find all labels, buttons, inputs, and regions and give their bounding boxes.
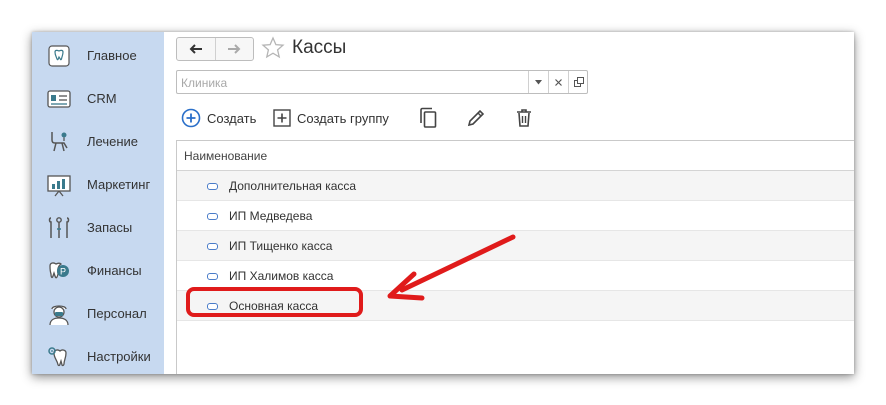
cash-desks-table: Наименование Дополнительная касса ИП Мед… bbox=[176, 140, 854, 374]
row-label: Основная касса bbox=[229, 298, 319, 313]
favorite-star-icon[interactable] bbox=[261, 36, 285, 60]
home-tooth-icon bbox=[48, 44, 70, 67]
sidebar-item-label: Главное bbox=[87, 48, 137, 63]
sidebar-item-main[interactable]: Главное bbox=[32, 34, 164, 77]
sidebar-item-label: Настройки bbox=[87, 349, 151, 364]
table-row[interactable]: ИП Халимов касса bbox=[177, 261, 854, 291]
clinic-input[interactable] bbox=[179, 72, 523, 93]
tooth-coin-icon: P bbox=[49, 261, 69, 278]
sidebar-item-label: Маркетинг bbox=[87, 177, 151, 192]
sidebar: Главное CRM Лечение Маркетинг Запасы P Ф… bbox=[32, 32, 164, 374]
pencil-icon bbox=[467, 109, 485, 127]
sidebar-item-treatment[interactable]: Лечение bbox=[32, 120, 164, 163]
close-icon bbox=[555, 78, 562, 86]
item-icon bbox=[207, 183, 218, 190]
open-window-icon bbox=[573, 77, 584, 87]
toolbar: Создать Создать группу bbox=[181, 106, 581, 130]
copy-icon bbox=[420, 107, 437, 128]
create-button[interactable]: Создать bbox=[181, 106, 256, 130]
row-label: ИП Медведева bbox=[229, 208, 313, 223]
page-title: Кассы bbox=[292, 37, 347, 58]
sidebar-item-marketing[interactable]: Маркетинг bbox=[32, 163, 164, 206]
delete-button[interactable] bbox=[515, 106, 533, 130]
clinic-filter bbox=[176, 70, 588, 94]
chart-board-icon bbox=[47, 174, 71, 196]
row-label: Дополнительная касса bbox=[229, 178, 357, 193]
sidebar-item-staff[interactable]: Персонал bbox=[32, 292, 164, 335]
dental-tools-icon bbox=[48, 216, 70, 238]
table-row[interactable]: ИП Тищенко касса bbox=[177, 231, 854, 261]
arrow-right-icon bbox=[228, 44, 241, 54]
plus-square-icon bbox=[273, 109, 291, 127]
trash-icon bbox=[517, 109, 531, 127]
plus-circle-icon bbox=[181, 108, 201, 128]
create-label: Создать bbox=[207, 110, 257, 126]
crm-card-icon bbox=[47, 89, 71, 108]
forward-button[interactable] bbox=[214, 38, 254, 60]
copy-button[interactable] bbox=[418, 106, 438, 130]
item-icon bbox=[207, 243, 218, 250]
dropdown-button[interactable] bbox=[528, 71, 548, 93]
back-button[interactable] bbox=[177, 38, 215, 60]
table-row[interactable]: Основная касса bbox=[177, 291, 854, 321]
open-button[interactable] bbox=[568, 71, 588, 93]
arrow-left-icon bbox=[189, 44, 202, 54]
doctor-icon bbox=[49, 304, 69, 325]
sidebar-item-finance[interactable]: P Финансы bbox=[32, 249, 164, 292]
sidebar-item-label: Лечение bbox=[87, 134, 139, 149]
app-window: Главное CRM Лечение Маркетинг Запасы P Ф… bbox=[32, 32, 854, 374]
sidebar-item-crm[interactable]: CRM bbox=[32, 77, 164, 120]
sidebar-item-label: Финансы bbox=[87, 263, 142, 278]
item-icon bbox=[207, 213, 218, 220]
table-row[interactable]: Дополнительная касса bbox=[177, 171, 854, 201]
history-nav bbox=[176, 37, 254, 61]
sidebar-item-label: Запасы bbox=[87, 220, 133, 235]
svg-text:P: P bbox=[60, 266, 66, 276]
create-group-button[interactable]: Создать группу bbox=[273, 106, 389, 130]
sidebar-item-label: CRM bbox=[87, 91, 117, 106]
dental-chair-icon bbox=[51, 131, 68, 151]
row-label: ИП Тищенко касса bbox=[229, 238, 333, 253]
item-icon bbox=[207, 303, 218, 310]
table-header: Наименование bbox=[177, 141, 854, 171]
item-icon bbox=[207, 273, 218, 280]
table-row[interactable]: ИП Медведева bbox=[177, 201, 854, 231]
caret-down-icon bbox=[535, 79, 542, 84]
column-header-name[interactable]: Наименование bbox=[184, 149, 267, 163]
sidebar-item-inventory[interactable]: Запасы bbox=[32, 206, 164, 249]
main-content: Кассы Создать bbox=[176, 32, 854, 374]
row-label: ИП Халимов касса bbox=[229, 268, 334, 283]
edit-button[interactable] bbox=[466, 106, 486, 130]
clear-button[interactable] bbox=[548, 71, 568, 93]
sidebar-item-label: Персонал bbox=[87, 306, 147, 321]
create-group-label: Создать группу bbox=[297, 110, 389, 126]
sidebar-item-settings[interactable]: Настройки bbox=[32, 335, 164, 374]
tooth-gear-icon bbox=[48, 346, 67, 366]
